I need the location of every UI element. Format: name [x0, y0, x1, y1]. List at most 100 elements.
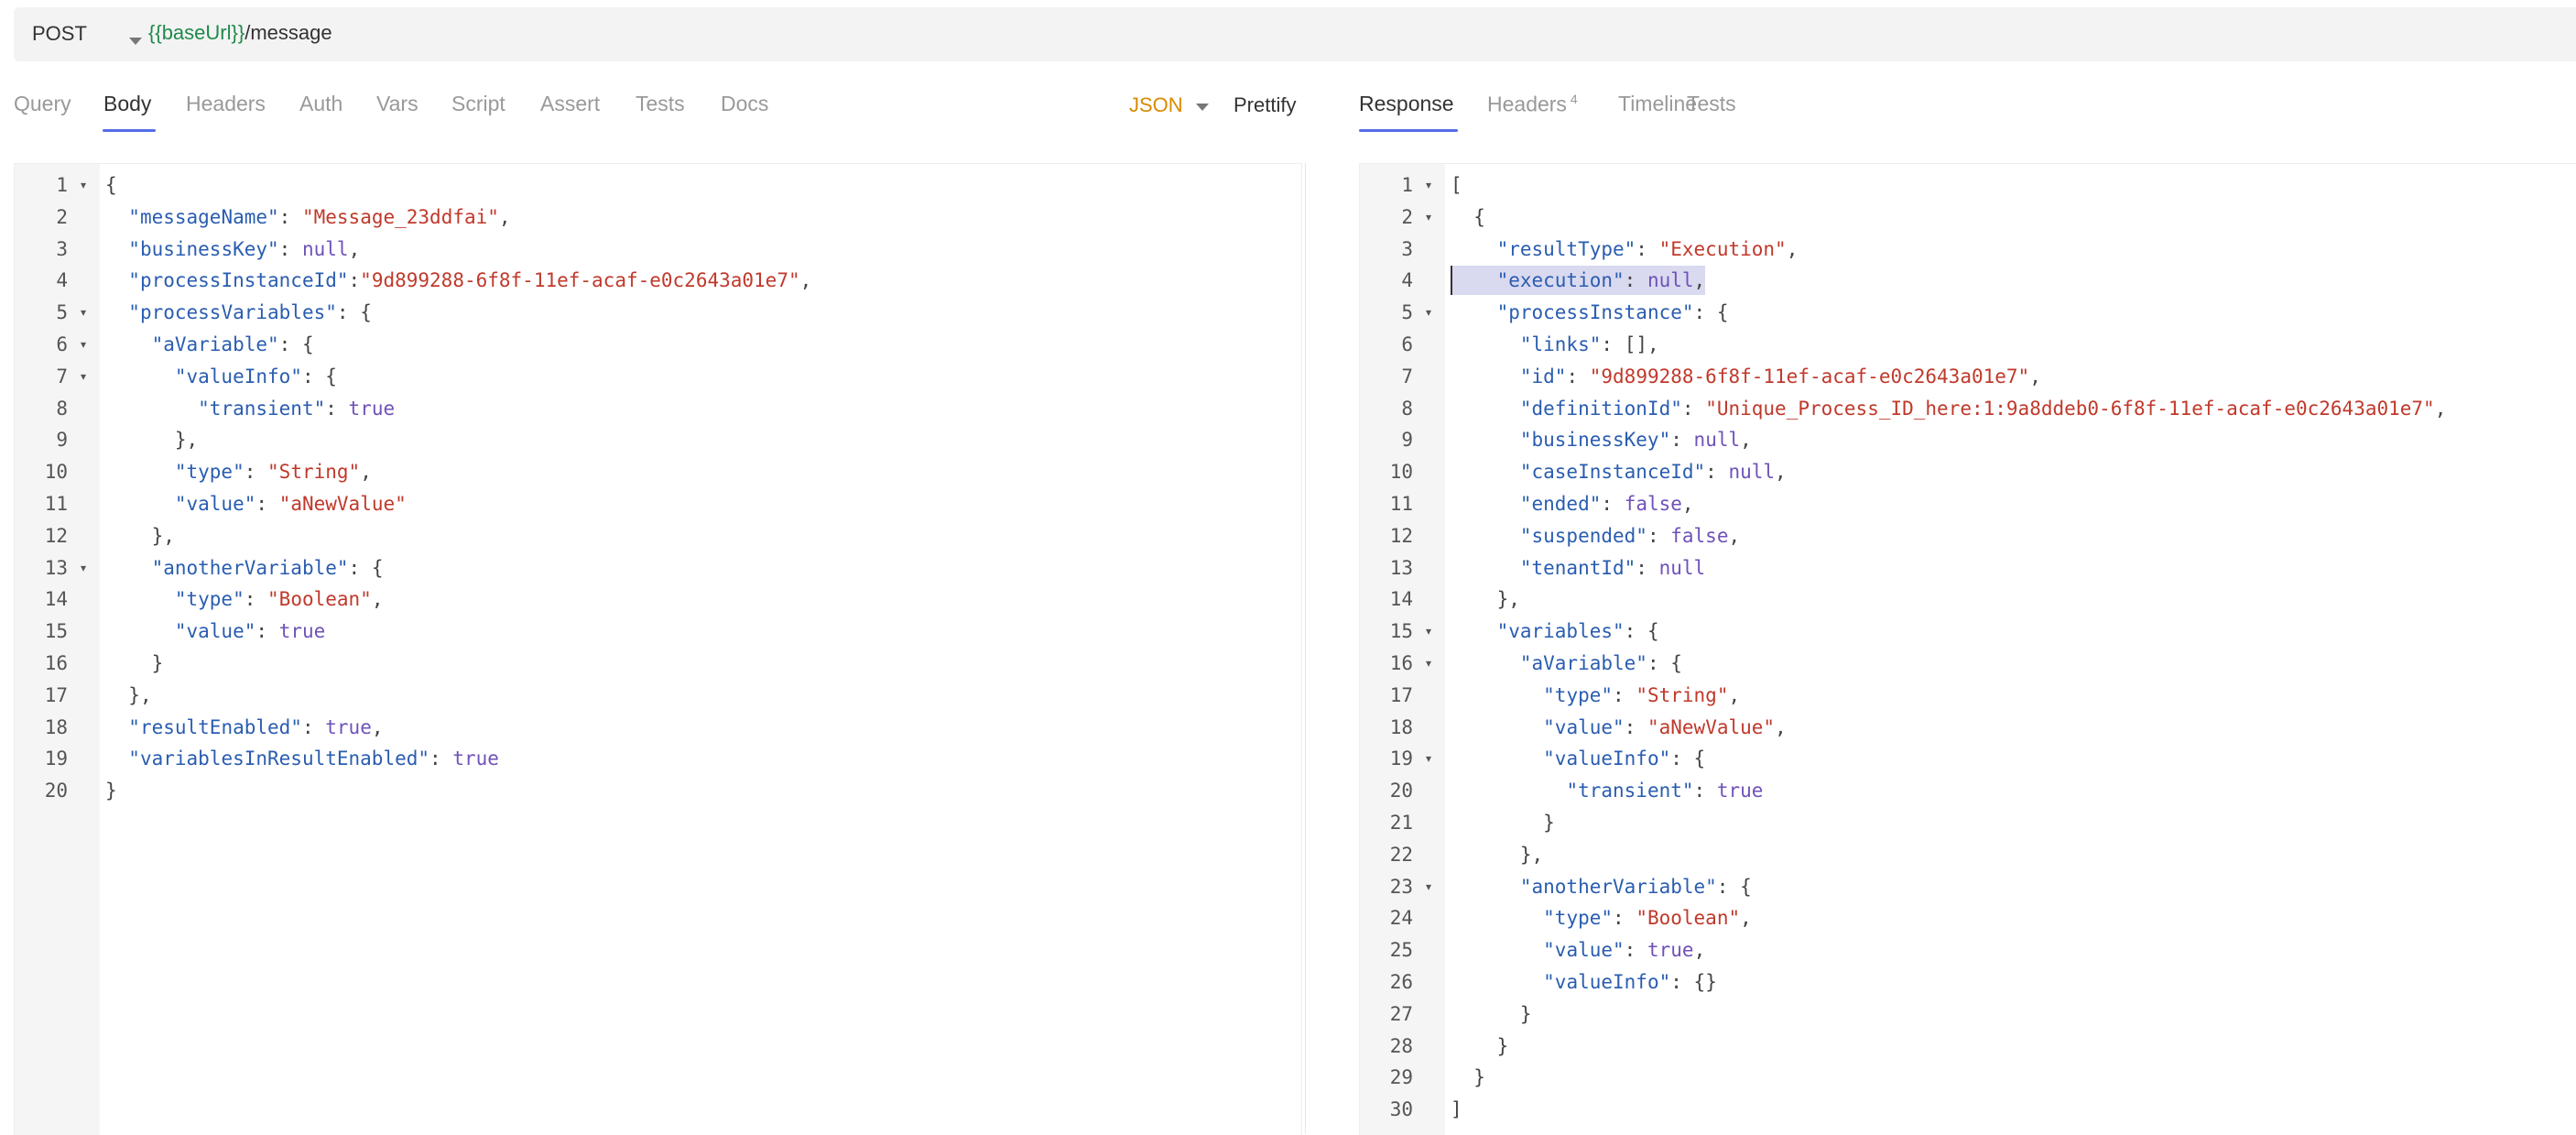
code-line: "tenantId": null	[1519, 556, 1706, 579]
line-number: 19	[1389, 748, 1413, 770]
tab-docs[interactable]: Docs	[721, 92, 768, 116]
fold-toggle-icon[interactable]: ▾	[1426, 743, 1431, 775]
code-line: "links": [],	[1519, 333, 1659, 355]
code-line: "businessKey": null,	[1519, 429, 1752, 452]
tab-tests[interactable]: Tests	[636, 92, 685, 116]
code-line: "resultType": "Execution",	[1496, 237, 1799, 260]
fold-toggle-icon[interactable]: ▾	[81, 169, 86, 202]
line-number: 15	[1389, 620, 1413, 643]
line-number: 27	[1389, 1002, 1413, 1025]
method-selector[interactable]: POST	[32, 22, 87, 46]
line-number: 16	[44, 652, 68, 674]
code-line: "definitionId": "Unique_Process_ID_here:…	[1519, 397, 2447, 420]
line-number: 12	[44, 524, 68, 547]
code-line: "value": true,	[1543, 939, 1706, 962]
code-line: "processVariables": {	[128, 301, 372, 324]
tab-auth[interactable]: Auth	[299, 92, 342, 116]
tab-response-timeline[interactable]: Timeline	[1618, 92, 1697, 116]
fold-toggle-icon[interactable]: ▾	[81, 329, 86, 361]
code-line: },	[1496, 588, 1520, 611]
code-line: [	[1451, 174, 1462, 196]
code-line: "execution": null,	[1496, 269, 1706, 292]
code-line: }	[1473, 1066, 1485, 1089]
code-line: "processInstanceId":"9d899288-6f8f-11ef-…	[128, 269, 812, 292]
code-line: "valueInfo": {	[1543, 748, 1706, 770]
code-area[interactable]: { "messageName": "Message_23ddfai", "bus…	[100, 164, 1301, 1135]
code-line: "variables": {	[1496, 620, 1659, 643]
line-number: 18	[44, 715, 68, 738]
url-bar[interactable]: POST {{baseUrl}}/message	[14, 7, 2576, 61]
tab-script[interactable]: Script	[451, 92, 505, 116]
line-number: 1	[1401, 174, 1413, 196]
fold-toggle-icon[interactable]: ▾	[81, 297, 86, 329]
tab-response-headers[interactable]: Headers 4	[1487, 92, 1578, 117]
pane-divider[interactable]	[1305, 163, 1306, 1134]
chevron-down-icon[interactable]	[1196, 104, 1209, 111]
tab-label: Headers	[1487, 92, 1567, 116]
fold-toggle-icon[interactable]: ▾	[1426, 202, 1431, 234]
request-body-editor[interactable]: 1 ▾ 2 3 4 5 ▾ 6 ▾ 7 ▾ 8 9 10 11 12 13 ▾ 14 15 16 17 18 19 20 { "…	[14, 163, 1302, 1135]
code-line: "resultEnabled": true,	[128, 715, 384, 738]
tab-headers[interactable]: Headers	[186, 92, 266, 116]
line-number: 9	[1401, 429, 1413, 452]
code-line: }	[105, 780, 117, 802]
code-line: "valueInfo": {	[174, 365, 337, 387]
tab-body[interactable]: Body	[103, 92, 151, 116]
fold-toggle-icon[interactable]: ▾	[1426, 297, 1431, 329]
code-area[interactable]: [ { "resultType": "Execution", "executio…	[1445, 164, 2576, 1135]
fold-toggle-icon[interactable]: ▾	[81, 552, 86, 584]
fold-toggle-icon[interactable]: ▾	[1426, 871, 1431, 903]
line-number: 15	[44, 620, 68, 643]
line-number: 21	[1389, 812, 1413, 834]
response-body-viewer[interactable]: 1 ▾ 2 ▾ 3 4 5 ▾ 6 7 8 9 10 11 12 13 14 15 ▾ 16 ▾ 17 18 19 ▾ 20 21 2…	[1359, 163, 2576, 1135]
tab-query[interactable]: Query	[14, 92, 71, 116]
line-number: 2	[1401, 205, 1413, 228]
line-number-gutter: 1 ▾ 2 3 4 5 ▾ 6 ▾ 7 ▾ 8 9 10 11 12 13 ▾ 14 15 16 17 18 19 20	[15, 164, 100, 1135]
line-number: 4	[56, 269, 68, 292]
line-number: 12	[1389, 524, 1413, 547]
line-number: 17	[44, 683, 68, 706]
tab-assert[interactable]: Assert	[540, 92, 600, 116]
active-tab-indicator	[1359, 129, 1458, 132]
prettify-button[interactable]: Prettify	[1234, 93, 1296, 117]
code-line: },	[1519, 843, 1544, 866]
chevron-down-icon[interactable]	[129, 38, 142, 45]
code-line: },	[174, 429, 199, 452]
tab-response-tests[interactable]: Tests	[1687, 92, 1736, 116]
code-line: "aVariable": {	[1519, 652, 1682, 674]
code-line: }	[151, 652, 164, 674]
line-number: 7	[1401, 365, 1413, 387]
tab-response-response[interactable]: Response	[1359, 92, 1454, 116]
line-number: 20	[1389, 780, 1413, 802]
line-number: 3	[56, 237, 68, 260]
url-input[interactable]: {{baseUrl}}/message	[148, 21, 332, 45]
line-number: 4	[1401, 269, 1413, 292]
code-line: "valueInfo": {}	[1543, 971, 1717, 993]
body-format-selector[interactable]: JSON	[1129, 93, 1183, 117]
fold-toggle-icon[interactable]: ▾	[1426, 648, 1431, 680]
code-line: "transient": true	[1566, 780, 1764, 802]
code-line: "ended": false,	[1519, 493, 1694, 515]
tab-vars[interactable]: Vars	[376, 92, 418, 116]
code-line: "type": "Boolean",	[1543, 907, 1752, 930]
code-line: "value": "aNewValue"	[174, 493, 407, 515]
line-number: 8	[56, 397, 68, 420]
code-line: "value": true	[174, 620, 326, 643]
code-line: "variablesInResultEnabled": true	[128, 748, 499, 770]
code-line: },	[151, 524, 175, 547]
fold-toggle-icon[interactable]: ▾	[1426, 169, 1431, 202]
line-number: 6	[56, 333, 68, 355]
code-line: }	[1519, 1002, 1532, 1025]
code-line: "anotherVariable": {	[1519, 875, 1752, 898]
line-number: 30	[1389, 1098, 1413, 1121]
fold-toggle-icon[interactable]: ▾	[1426, 616, 1431, 648]
active-tab-indicator	[103, 129, 156, 132]
line-number: 13	[1389, 556, 1413, 579]
line-number: 7	[56, 365, 68, 387]
code-line: "processInstance": {	[1496, 301, 1729, 324]
code-line: "type": "String",	[1543, 683, 1741, 706]
line-number: 29	[1389, 1066, 1413, 1089]
tab-label: Timeline	[1618, 92, 1698, 115]
fold-toggle-icon[interactable]: ▾	[81, 361, 86, 393]
line-number: 16	[1389, 652, 1413, 674]
